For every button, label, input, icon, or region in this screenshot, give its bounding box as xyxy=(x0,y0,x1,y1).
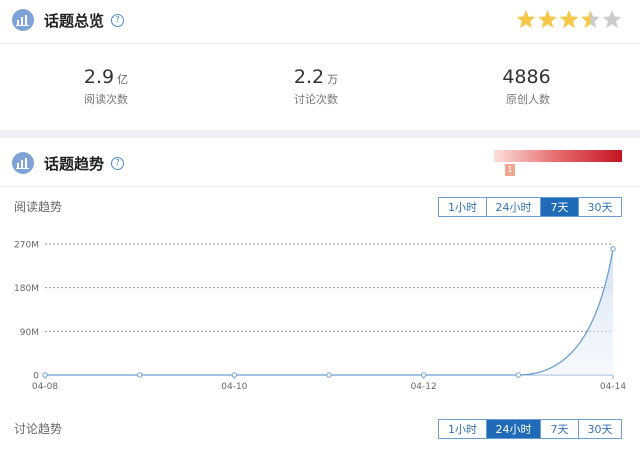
data-point[interactable] xyxy=(231,372,238,378)
heat-gradient-bar xyxy=(494,150,622,162)
trend-title: 话题趋势 xyxy=(44,154,105,173)
y-tick-label: 270M xyxy=(14,241,39,251)
chart-icon xyxy=(12,152,34,174)
range-btn-7d[interactable]: 7天 xyxy=(541,198,579,216)
discuss-trend-label: 讨论趋势 xyxy=(14,422,63,436)
x-tick-label: 04-08 xyxy=(32,382,58,392)
stat-discussions-unit: 万 xyxy=(327,73,339,86)
x-tick-label: 04-12 xyxy=(411,382,437,392)
chart-icon xyxy=(12,9,34,31)
divider xyxy=(0,43,640,44)
stat-discussions-label: 讨论次数 xyxy=(294,93,338,106)
heat-level-marker: 1 xyxy=(505,164,515,176)
data-point[interactable] xyxy=(515,372,522,378)
stat-originals-label: 原创人数 xyxy=(506,93,550,106)
star-icon xyxy=(580,10,601,29)
data-point[interactable] xyxy=(610,246,616,252)
data-point[interactable] xyxy=(326,372,332,378)
y-tick-label: 0 xyxy=(33,372,39,382)
series-line xyxy=(45,248,614,376)
stat-reads: 2.9 亿 阅读次数 xyxy=(46,66,166,107)
stat-originals: 4886 原创人数 xyxy=(468,66,588,107)
y-tick-label: 180M xyxy=(14,284,39,294)
range-btn-1h[interactable]: 1小时 xyxy=(439,420,487,438)
y-tick-label: 90M xyxy=(20,328,39,338)
overview-header: 话题总览 ? xyxy=(12,8,125,32)
overview-title: 话题总览 xyxy=(44,11,105,30)
x-tick-label: 04-14 xyxy=(600,382,626,392)
help-icon[interactable]: ? xyxy=(111,156,125,170)
read-trend-label: 阅读趋势 xyxy=(14,200,63,214)
stat-reads-label: 阅读次数 xyxy=(84,93,128,106)
data-point[interactable] xyxy=(42,372,48,378)
stat-discussions: 2.2 万 讨论次数 xyxy=(256,66,376,107)
stat-discussions-value: 2.2 xyxy=(293,66,325,88)
range-btn-30d[interactable]: 30天 xyxy=(579,420,621,438)
divider xyxy=(0,186,640,187)
series-area xyxy=(45,248,613,375)
trend-header: 话题趋势 ? xyxy=(12,151,125,175)
stat-reads-unit: 亿 xyxy=(117,73,129,86)
read-range-selector: 1小时 24小时 7天 30天 xyxy=(438,197,622,217)
overview-card: 话题总览 ? 2.9 亿 阅读次数 2.2 万 讨论次数 4886 原创人数 xyxy=(0,0,640,130)
stat-originals-value: 4886 xyxy=(502,66,551,88)
range-btn-1h[interactable]: 1小时 xyxy=(439,198,487,216)
range-btn-7d[interactable]: 7天 xyxy=(541,420,579,438)
range-btn-30d[interactable]: 30天 xyxy=(579,198,621,216)
star-icon xyxy=(559,10,579,29)
data-point[interactable] xyxy=(136,372,143,378)
help-icon[interactable]: ? xyxy=(111,13,125,27)
range-btn-24h[interactable]: 24小时 xyxy=(487,198,541,216)
data-point[interactable] xyxy=(420,372,427,378)
x-tick-label: 04-10 xyxy=(221,382,247,392)
rating-stars xyxy=(516,10,622,29)
stat-reads-value: 2.9 xyxy=(83,66,115,88)
read-trend-chart: 0 90M 180M 270M 04-08 04-10 04-12 04-14 xyxy=(14,241,626,393)
star-icon xyxy=(516,10,536,29)
range-btn-24h[interactable]: 24小时 xyxy=(487,420,541,438)
discuss-range-selector: 1小时 24小时 7天 30天 xyxy=(438,419,622,439)
star-icon xyxy=(602,10,622,29)
star-icon xyxy=(537,10,558,29)
